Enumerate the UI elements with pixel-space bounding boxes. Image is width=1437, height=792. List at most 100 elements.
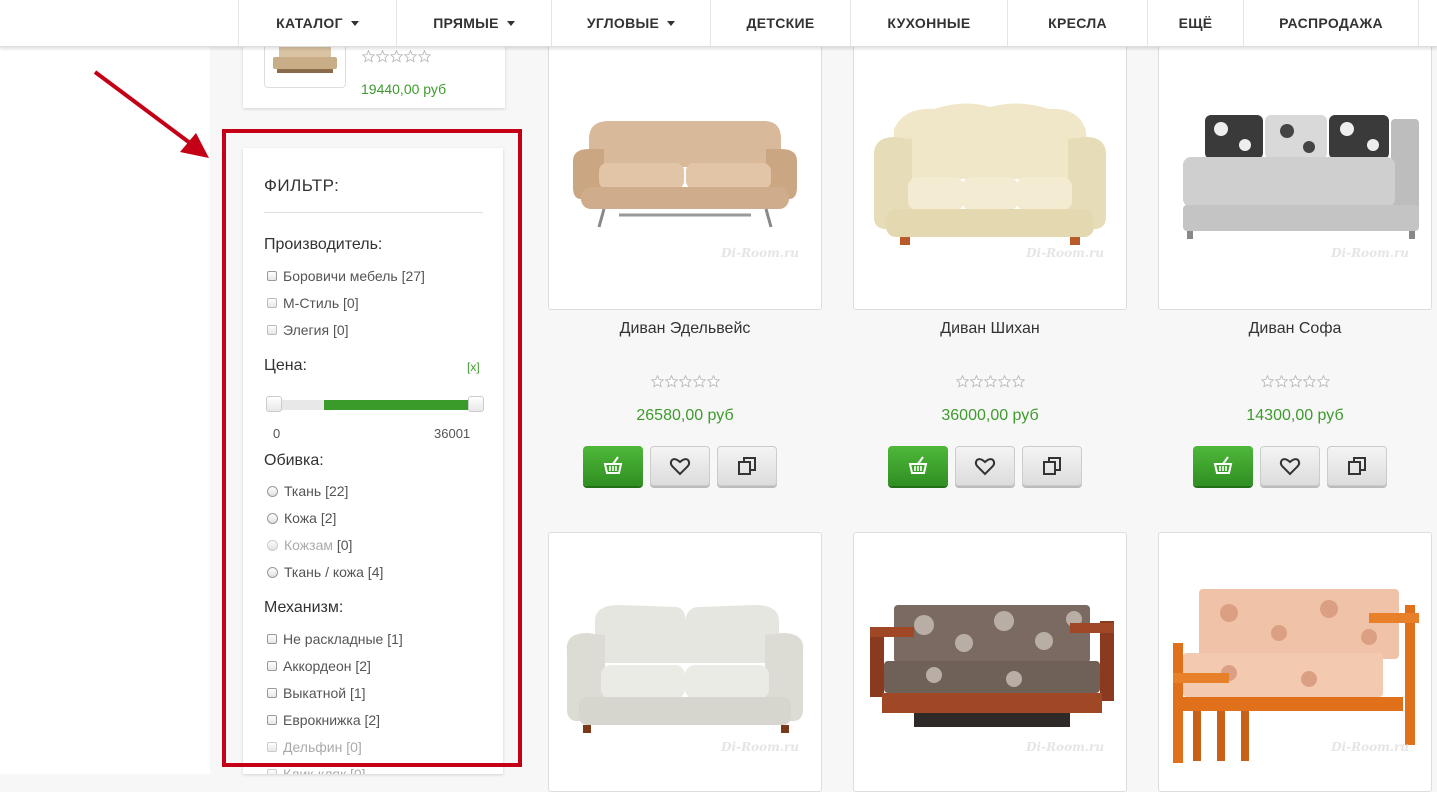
star-icon <box>1274 374 1288 388</box>
nav-item-more[interactable]: ЕЩЁ <box>1147 0 1243 46</box>
top-navigation: КАТАЛОГ ПРЯМЫЕ УГЛОВЫЕ ДЕТСКИЕ КУХОННЫЕ … <box>0 0 1437 47</box>
beige-sofa-image <box>573 121 797 228</box>
radio[interactable] <box>267 539 278 551</box>
nav-menu: КАТАЛОГ ПРЯМЫЕ УГЛОВЫЕ ДЕТСКИЕ КУХОННЫЕ … <box>238 0 1419 46</box>
filter-option-m-stil[interactable]: М-Стиль [0] <box>267 295 359 311</box>
product-image-card[interactable]: Di-Room.ru <box>548 532 822 792</box>
checkbox[interactable] <box>267 271 277 281</box>
compare-button[interactable] <box>1022 446 1082 486</box>
filter-panel: ФИЛЬТР: Производитель: Боровичи мебель [… <box>243 148 503 774</box>
filter-option-accordion[interactable]: Аккордеон [2] <box>267 658 371 674</box>
chevron-down-icon <box>667 20 676 26</box>
star-icon <box>375 49 389 63</box>
checkbox[interactable] <box>267 634 277 644</box>
price-slider[interactable] <box>266 396 484 412</box>
nav-item-kitchen[interactable]: КУХОННЫЕ <box>850 0 1007 46</box>
divider <box>264 212 483 213</box>
price-slider-range <box>324 400 468 410</box>
wishlist-button[interactable] <box>1260 446 1320 486</box>
upholstery-heading: Обивка: <box>264 452 324 469</box>
compare-button[interactable] <box>1327 446 1387 486</box>
white-sofa-image <box>566 605 804 733</box>
add-to-cart-button[interactable] <box>1193 446 1253 486</box>
star-icon <box>678 374 692 388</box>
star-icon <box>969 374 983 388</box>
filter-option-dolphin[interactable]: Дельфин [0] <box>267 739 362 755</box>
compare-button[interactable] <box>717 446 777 486</box>
wishlist-button[interactable] <box>955 446 1015 486</box>
rating-stars <box>1158 374 1432 388</box>
checkbox[interactable] <box>267 742 277 752</box>
radio[interactable] <box>267 485 278 497</box>
patterned-wood-sofa-image <box>870 605 1114 727</box>
star-icon <box>1288 374 1302 388</box>
filter-title: ФИЛЬТР: <box>264 176 340 195</box>
filter-option-eurobook[interactable]: Еврокнижка [2] <box>267 712 380 728</box>
filter-option-faux-leather[interactable]: Кожзам [0] <box>267 537 352 553</box>
star-icon <box>664 374 678 388</box>
checkbox[interactable] <box>267 661 277 671</box>
add-to-cart-button[interactable] <box>888 446 948 486</box>
compare-icon <box>1043 457 1061 475</box>
product-price: 14300,00 руб <box>1246 407 1344 424</box>
price-heading: Цена: <box>264 357 307 374</box>
product-image-card[interactable]: Di-Room.ru <box>1158 532 1432 792</box>
filter-option-fabric-leather[interactable]: Ткань / кожа [4] <box>267 564 383 580</box>
filter-option-elegia[interactable]: Элегия [0] <box>267 322 349 338</box>
star-icon <box>692 374 706 388</box>
basket-icon <box>603 456 623 474</box>
star-icon <box>403 49 417 63</box>
price-slider-max-handle[interactable] <box>468 396 484 412</box>
add-to-cart-button[interactable] <box>583 446 643 486</box>
product-image[interactable]: Di-Room.ru <box>864 49 1116 300</box>
nav-item-armchairs[interactable]: КРЕСЛА <box>1007 0 1147 46</box>
nav-item-sale[interactable]: РАСПРОДАЖА <box>1243 0 1419 46</box>
radio[interactable] <box>267 566 278 578</box>
filter-option-leather[interactable]: Кожа [2] <box>267 510 336 526</box>
product-image[interactable]: Di-Room.ru <box>864 543 1116 791</box>
filter-option-click-clack[interactable]: Клик-кляк [0] <box>267 766 366 774</box>
product-image-card[interactable]: Di-Room.ru <box>1158 30 1432 310</box>
product-name[interactable]: Диван Шихан <box>853 320 1127 338</box>
product-name[interactable]: Диван Софа <box>1158 320 1432 338</box>
radio[interactable] <box>267 512 278 524</box>
product-image[interactable]: Di-Room.ru <box>559 543 811 791</box>
price-max-label: 36001 <box>434 426 471 441</box>
product-image[interactable]: Di-Room.ru <box>1169 543 1421 791</box>
filter-option-borovichi[interactable]: Боровичи мебель [27] <box>267 268 425 284</box>
checkbox[interactable] <box>267 298 277 308</box>
basket-icon <box>1213 456 1233 474</box>
nav-item-corner[interactable]: УГЛОВЫЕ <box>551 0 710 46</box>
nav-item-straight[interactable]: ПРЯМЫЕ <box>396 0 551 46</box>
watermark: Di-Room.ru <box>721 246 799 260</box>
filter-option-roll-out[interactable]: Выкатной [1] <box>267 685 366 701</box>
star-icon <box>706 374 720 388</box>
filter-option-non-folding[interactable]: Не раскладные [1] <box>267 631 403 647</box>
wishlist-button[interactable] <box>650 446 710 486</box>
price-min-label: 0 <box>273 426 281 441</box>
nav-item-catalog[interactable]: КАТАЛОГ <box>238 0 396 46</box>
star-icon <box>1011 374 1025 388</box>
checkbox[interactable] <box>267 715 277 725</box>
nav-item-kids[interactable]: ДЕТСКИЕ <box>710 0 850 46</box>
watermark: Di-Room.ru <box>1026 246 1104 260</box>
price-reset-link[interactable]: [x] <box>467 360 480 374</box>
product-price: 19440,00 руб <box>361 81 447 97</box>
product-image-card[interactable]: Di-Room.ru <box>853 30 1127 310</box>
product-image[interactable]: Di-Room.ru <box>559 49 811 300</box>
chevron-down-icon <box>506 20 515 26</box>
product-image-card[interactable]: Di-Room.ru <box>853 532 1127 792</box>
checkbox[interactable] <box>267 688 277 698</box>
star-icon <box>1260 374 1274 388</box>
product-image-card[interactable]: Di-Room.ru <box>548 30 822 310</box>
product-price: 36000,00 руб <box>941 407 1039 424</box>
checkbox[interactable] <box>267 325 277 335</box>
filter-option-fabric[interactable]: Ткань [22] <box>267 483 348 499</box>
price-slider-min-handle[interactable] <box>266 396 282 412</box>
checkbox[interactable] <box>267 769 277 774</box>
product-image[interactable]: Di-Room.ru <box>1169 49 1421 300</box>
rating-stars <box>853 374 1127 388</box>
heart-icon <box>1279 458 1301 476</box>
product-name[interactable]: Диван Эдельвейс <box>548 320 822 338</box>
star-icon <box>650 374 664 388</box>
